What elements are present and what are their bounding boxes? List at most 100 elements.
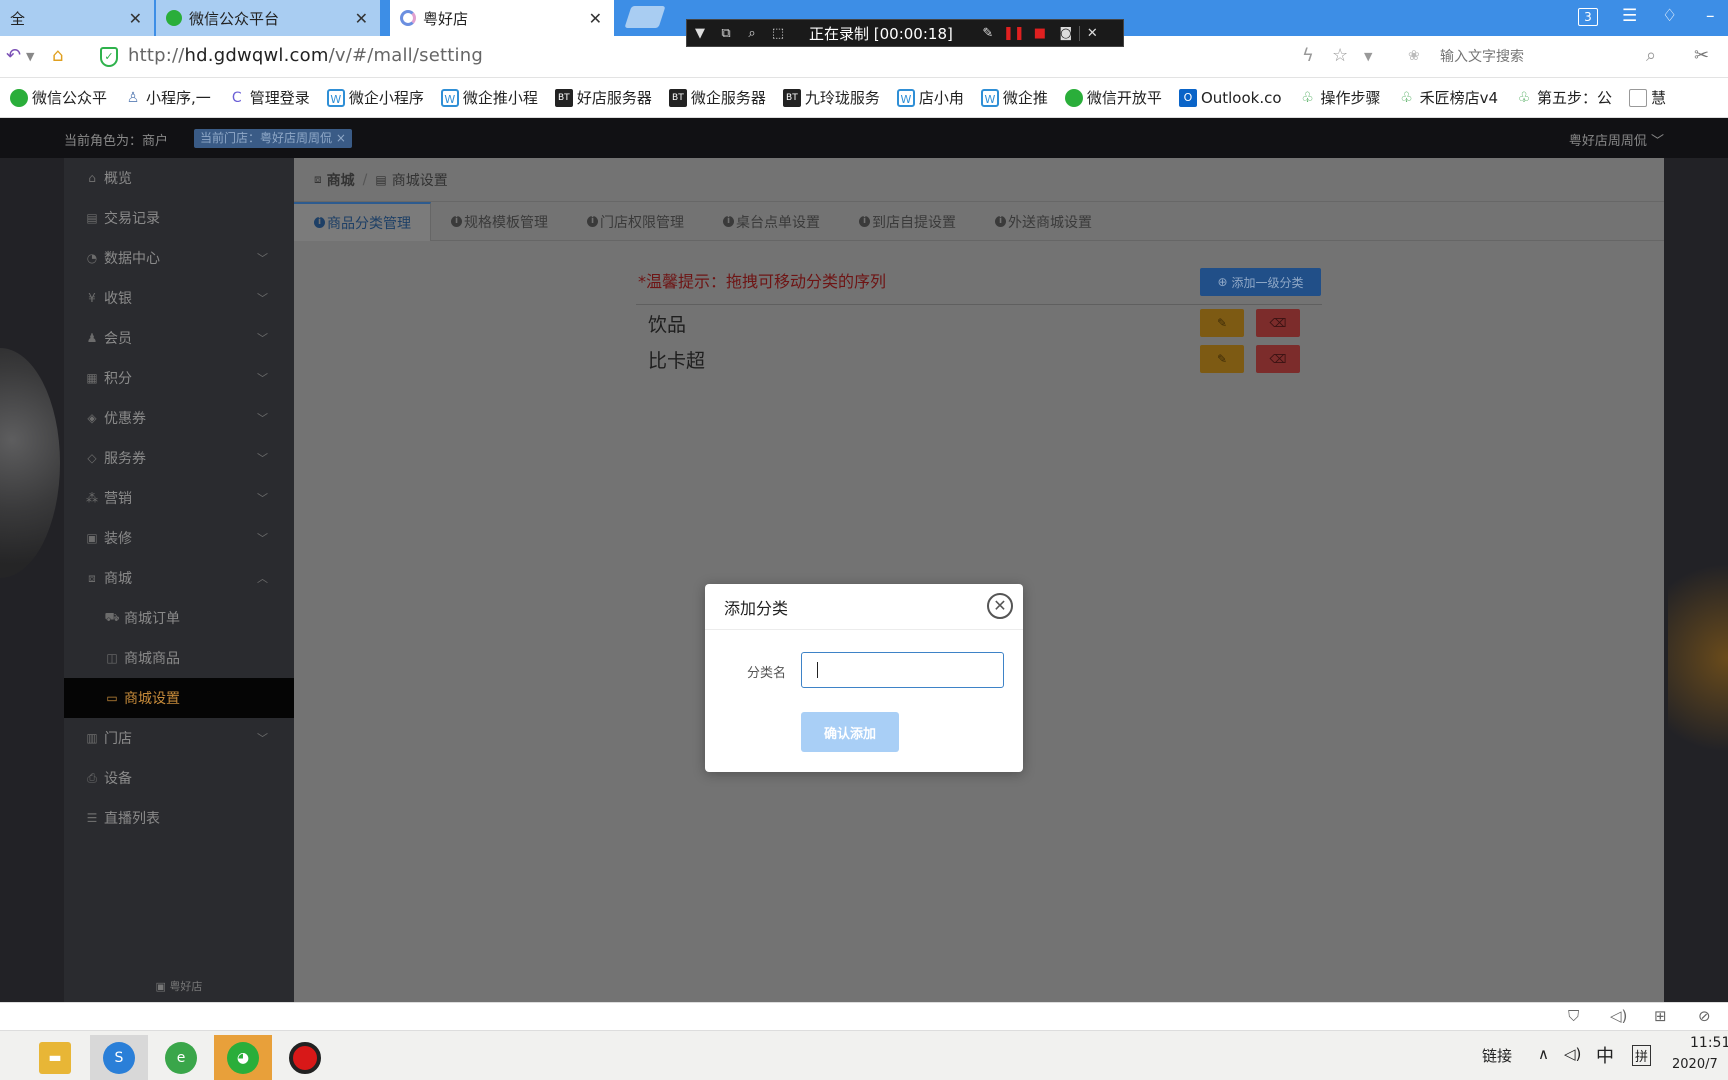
taskbar-browser[interactable]: e bbox=[152, 1035, 210, 1080]
ime-mode[interactable]: 拼 bbox=[1632, 1045, 1652, 1066]
sidebar-item-label: 设备 bbox=[104, 771, 132, 787]
clock-time[interactable]: 11:51 bbox=[1690, 1035, 1728, 1051]
tab-settings-4[interactable]: i 到店自提设置 bbox=[839, 202, 975, 241]
close-dialog-icon[interactable]: ✕ bbox=[987, 593, 1013, 619]
skin-icon[interactable]: ♢ bbox=[1662, 6, 1677, 26]
zoom-icon[interactable]: ⌕ bbox=[739, 26, 765, 41]
new-tab-button[interactable] bbox=[624, 6, 666, 28]
bookmark-item[interactable]: 慧 bbox=[1629, 87, 1666, 108]
sidebar-item[interactable]: ⎙ 设备 bbox=[64, 758, 294, 798]
bookmark-item[interactable]: BT 九玲珑服务 bbox=[782, 87, 880, 108]
close-icon[interactable]: ✕ bbox=[1078, 25, 1105, 41]
sidebar-item[interactable]: ⧈ 商城 ︿ bbox=[64, 558, 294, 598]
chevron-down-icon[interactable]: ▼ bbox=[26, 50, 34, 63]
category-name-input[interactable] bbox=[801, 652, 1004, 688]
breadcrumb-root[interactable]: 商城 bbox=[327, 170, 355, 190]
sidebar-item[interactable]: ☰ 直播列表 bbox=[64, 798, 294, 838]
tab-settings-3[interactable]: i 桌台点单设置 bbox=[703, 202, 839, 241]
sidebar-item[interactable]: ◫ 商城商品 bbox=[64, 638, 294, 678]
window-count-badge[interactable]: 3 bbox=[1578, 8, 1598, 26]
shield-check-icon[interactable]: ⛉ bbox=[1568, 1007, 1579, 1025]
bookmark-item[interactable]: BT 微企服务器 bbox=[668, 87, 766, 108]
bookmark-item[interactable]: ♧ 第五步：公 bbox=[1515, 87, 1612, 108]
clock-date[interactable]: 2020/7 bbox=[1672, 1057, 1718, 1072]
taskbar-wechat[interactable]: ◕ bbox=[214, 1035, 272, 1080]
ime-language[interactable]: 中 bbox=[1596, 1042, 1614, 1068]
dropdown-icon[interactable]: ▼ bbox=[687, 26, 713, 41]
user-menu[interactable]: 粤好店周周侃 ﹀ bbox=[1569, 130, 1664, 149]
bookmark-item[interactable]: ♙ 小程序,一 bbox=[124, 87, 211, 108]
tab-title: 粤好店 bbox=[423, 9, 469, 28]
category-row[interactable]: 饮品 ✎ ⌫ bbox=[636, 305, 1322, 341]
sidebar-item[interactable]: ♟ 会员 ﹀ bbox=[64, 318, 294, 358]
delete-category-button[interactable]: ⌫ bbox=[1256, 345, 1300, 373]
search-icon[interactable]: ⌕ bbox=[1646, 45, 1656, 66]
browser-tab-2[interactable]: 微信公众平台 ✕ bbox=[156, 0, 380, 36]
sidebar-item[interactable]: ◔ 数据中心 ﹀ bbox=[64, 238, 294, 278]
minimize-icon[interactable]: – bbox=[1706, 6, 1715, 26]
sidebar-item[interactable]: ⁂ 营销 ﹀ bbox=[64, 478, 294, 518]
bookmark-item[interactable]: 微信公众平 bbox=[10, 87, 107, 108]
bookmark-item[interactable]: 微信开放平 bbox=[1064, 87, 1162, 108]
pause-icon[interactable]: ❚❚ bbox=[1001, 26, 1027, 41]
current-store-tag[interactable]: 当前门店：粤好店周周侃 × bbox=[194, 129, 352, 148]
adblock-icon[interactable]: ⊘ bbox=[1698, 1007, 1711, 1025]
bookmark-item[interactable]: BT 好店服务器 bbox=[554, 87, 652, 108]
tab-settings-1[interactable]: i 规格模板管理 bbox=[431, 202, 567, 241]
tab-settings-5[interactable]: i 外送商城设置 bbox=[975, 202, 1111, 241]
edit-category-button[interactable]: ✎ bbox=[1200, 309, 1244, 337]
region-icon[interactable]: ⬚ bbox=[765, 26, 791, 41]
add-top-category-button[interactable]: ⊕ 添加一级分类 bbox=[1200, 268, 1321, 296]
volume-icon[interactable]: ◁) bbox=[1564, 1045, 1581, 1063]
category-row[interactable]: 比卡超 ✎ ⌫ bbox=[636, 341, 1322, 377]
home-icon[interactable]: ⌂ bbox=[52, 45, 63, 66]
stop-icon[interactable]: ■ bbox=[1027, 26, 1053, 41]
sidebar-item[interactable]: ◈ 优惠券 ﹀ bbox=[64, 398, 294, 438]
close-tab-icon[interactable]: ✕ bbox=[355, 9, 368, 28]
chevron-down-icon[interactable]: ▼ bbox=[1364, 50, 1372, 63]
close-tab-icon[interactable]: ✕ bbox=[589, 9, 602, 28]
sidebar-item[interactable]: ⌂ 概览 bbox=[64, 158, 294, 198]
bookmark-item[interactable]: ♧ 禾匠榜店v4 bbox=[1398, 87, 1498, 108]
sidebar-item-active[interactable]: ▭ 商城设置 bbox=[64, 678, 294, 718]
confirm-add-button[interactable]: 确认添加 bbox=[801, 712, 899, 752]
close-icon[interactable]: × bbox=[336, 131, 346, 145]
close-tab-icon[interactable]: ✕ bbox=[129, 9, 142, 28]
tab-settings-0[interactable]: i 商品分类管理 bbox=[294, 202, 431, 241]
bookmark-item[interactable]: W 店小甪 bbox=[896, 87, 964, 108]
sidebar-item[interactable]: ⛟ 商城订单 bbox=[64, 598, 294, 638]
star-icon[interactable]: ☆ bbox=[1332, 45, 1348, 66]
bookmark-item[interactable]: W 微企推 bbox=[980, 87, 1048, 108]
scissors-icon[interactable]: ✂ bbox=[1694, 45, 1709, 66]
bookmark-item[interactable]: ♧ 操作步骤 bbox=[1299, 87, 1380, 108]
bookmark-item[interactable]: O Outlook.co bbox=[1178, 88, 1282, 107]
sidebar-item[interactable]: ▦ 积分 ﹀ bbox=[64, 358, 294, 398]
sidebar-item[interactable]: ▤ 交易记录 bbox=[64, 198, 294, 238]
browser-tab-3-active[interactable]: 粤好店 ✕ bbox=[390, 0, 614, 36]
tray-chevron-up-icon[interactable]: ∧ bbox=[1538, 1045, 1549, 1063]
delete-category-button[interactable]: ⌫ bbox=[1256, 309, 1300, 337]
taskbar-sogou[interactable]: S bbox=[90, 1035, 148, 1080]
speaker-icon[interactable]: ◁) bbox=[1610, 1007, 1627, 1025]
url-field[interactable]: http://hd.gdwqwl.com/v/#/mall/setting bbox=[128, 45, 483, 66]
taskbar-recorder[interactable] bbox=[276, 1035, 334, 1080]
tab-settings-2[interactable]: i 门店权限管理 bbox=[567, 202, 703, 241]
tray-link[interactable]: 链接 bbox=[1482, 1045, 1512, 1066]
bookmark-item[interactable]: C 管理登录 bbox=[228, 87, 310, 108]
undo-icon[interactable]: ↶ bbox=[6, 45, 21, 66]
menu-icon[interactable]: ☰ bbox=[1622, 6, 1637, 26]
download-icon[interactable]: ⊞ bbox=[1654, 1007, 1667, 1025]
window-icon[interactable]: ⧉ bbox=[713, 26, 739, 41]
browser-tab-1[interactable]: 全 ✕ bbox=[0, 0, 154, 36]
sidebar-item[interactable]: ▥ 门店 ﹀ bbox=[64, 718, 294, 758]
bookmark-item[interactable]: W 微企推小程 bbox=[440, 87, 538, 108]
taskbar-explorer[interactable]: ▬ bbox=[26, 1035, 84, 1080]
edit-category-button[interactable]: ✎ bbox=[1200, 345, 1244, 373]
lightning-icon[interactable]: ϟ bbox=[1302, 45, 1314, 66]
sidebar-item[interactable]: ¥ 收银 ﹀ bbox=[64, 278, 294, 318]
bookmark-item[interactable]: W 微企小程序 bbox=[326, 87, 424, 108]
pen-icon[interactable]: ✎ bbox=[975, 26, 1001, 41]
camera-icon[interactable]: ◙ bbox=[1053, 26, 1079, 41]
sidebar-item[interactable]: ◇ 服务券 ﹀ bbox=[64, 438, 294, 478]
sidebar-item[interactable]: ▣ 装修 ﹀ bbox=[64, 518, 294, 558]
